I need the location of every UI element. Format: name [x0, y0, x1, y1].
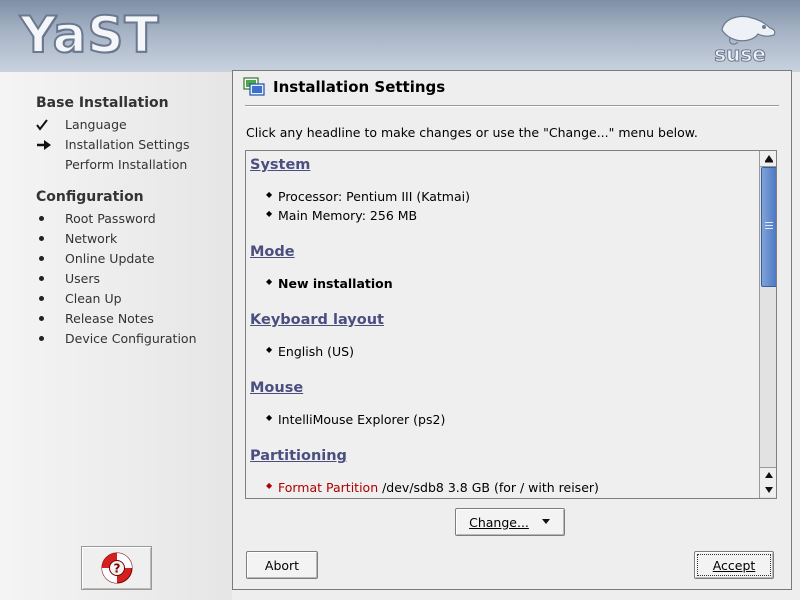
list-item: Main Memory: 256 MB — [266, 208, 417, 223]
change-menu-button[interactable]: Change... — [455, 508, 565, 536]
yast-logo: YaST — [19, 5, 160, 65]
suse-wordmark: suse — [714, 42, 766, 65]
bullet-icon — [36, 250, 56, 268]
scroll-up-button[interactable] — [760, 151, 776, 167]
arrow-down-icon — [764, 487, 773, 493]
svg-text:?: ? — [113, 562, 120, 576]
installation-steps-sidebar: Base Installation Language Installation … — [0, 72, 232, 600]
accept-button[interactable]: Accept — [694, 551, 774, 579]
list-item: Processor: Pentium III (Katmai) — [266, 189, 470, 204]
section-link-system[interactable]: System — [250, 157, 310, 173]
page-title: Installation Settings — [273, 78, 446, 96]
step-label: Users — [65, 271, 101, 286]
section-link-mode[interactable]: Mode — [250, 244, 295, 260]
installation-settings-panel: Installation Settings Click any headline… — [232, 70, 792, 590]
scroll-down-button[interactable] — [760, 482, 776, 497]
bullet-icon — [36, 290, 56, 308]
step-label: Network — [65, 231, 118, 246]
sidebar-heading-configuration: Configuration — [36, 189, 144, 205]
step-users: Users — [36, 270, 226, 288]
title-divider — [245, 105, 779, 107]
list-item: IntelliMouse Explorer (ps2) — [266, 412, 445, 427]
section-link-mouse[interactable]: Mouse — [250, 380, 303, 396]
bullet-icon — [36, 270, 56, 288]
step-label: Root Password — [65, 211, 156, 226]
list-item: New installation — [266, 276, 393, 291]
step-clean-up: Clean Up — [36, 290, 226, 308]
list-item: Format Partition /dev/sdb8 3.8 GB (for /… — [266, 480, 599, 495]
arrow-up-icon — [764, 155, 773, 163]
step-root-password: Root Password — [36, 210, 226, 228]
instruction-text: Click any headline to make changes or us… — [246, 125, 698, 140]
header-banner: YaST suse — [0, 0, 800, 72]
step-label: Perform Installation — [65, 157, 188, 172]
list-item: English (US) — [266, 344, 354, 359]
step-online-update: Online Update — [36, 250, 226, 268]
step-label: Installation Settings — [65, 137, 190, 152]
step-label: Release Notes — [65, 311, 154, 326]
bullet-icon — [36, 230, 56, 248]
change-button-label: Change... — [469, 514, 529, 530]
checkmark-icon — [36, 116, 56, 136]
chevron-down-icon — [541, 519, 550, 524]
help-button[interactable]: ? — [81, 546, 152, 590]
accept-button-label: Accept — [712, 557, 756, 573]
section-link-partitioning[interactable]: Partitioning — [250, 448, 347, 464]
vertical-scrollbar[interactable] — [759, 151, 776, 498]
bullet-icon — [36, 210, 56, 228]
abort-button[interactable]: Abort — [246, 551, 318, 579]
step-label: Device Configuration — [65, 331, 197, 346]
installation-settings-icon — [243, 77, 265, 96]
step-network: Network — [36, 230, 226, 248]
suse-chameleon-logo: suse — [714, 15, 776, 65]
arrow-up-icon — [764, 472, 773, 478]
abort-button-label: Abort — [264, 557, 300, 573]
settings-summary-view[interactable]: System Processor: Pentium III (Katmai) M… — [245, 150, 777, 499]
step-label: Online Update — [65, 251, 155, 266]
partition-action: Format Partition — [278, 480, 379, 495]
step-perform-installation: Perform Installation — [36, 156, 226, 174]
scroll-thumb[interactable] — [761, 167, 776, 287]
bullet-icon — [36, 330, 56, 348]
step-label: Language — [65, 117, 127, 132]
step-label: Clean Up — [65, 291, 122, 306]
step-language: Language — [36, 116, 226, 134]
step-installation-settings: Installation Settings — [36, 136, 226, 154]
step-release-notes: Release Notes — [36, 310, 226, 328]
partition-details: /dev/sdb8 3.8 GB (for / with reiser) — [378, 480, 599, 495]
bullet-icon — [36, 310, 56, 328]
lifebuoy-help-icon: ? — [101, 552, 132, 584]
sidebar-heading-base-installation: Base Installation — [36, 95, 169, 111]
step-device-configuration: Device Configuration — [36, 330, 226, 348]
arrow-right-icon — [36, 136, 56, 156]
section-link-keyboard-layout[interactable]: Keyboard layout — [250, 312, 384, 328]
